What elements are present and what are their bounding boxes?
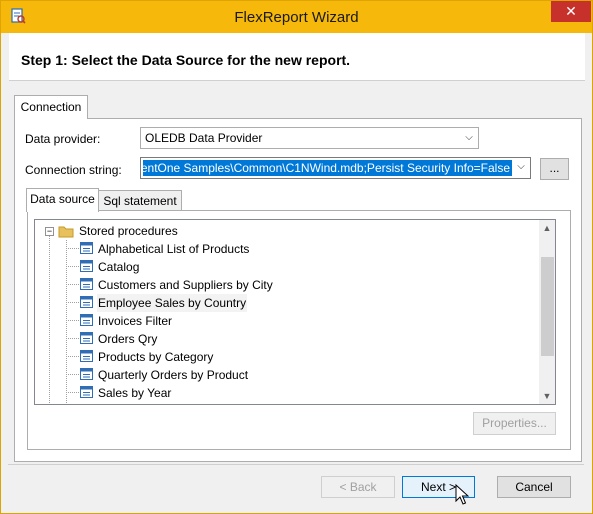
table-icon xyxy=(80,260,93,272)
properties-button[interactable]: Properties... xyxy=(473,412,556,435)
footer-divider xyxy=(8,464,584,465)
data-source-tree[interactable]: − Stored procedures Alphabetical List of… xyxy=(34,219,556,405)
tree-item-label: Employee Sales by Country xyxy=(97,294,248,312)
mouse-cursor-icon xyxy=(455,484,470,505)
table-icon xyxy=(80,242,93,254)
table-icon xyxy=(80,314,93,326)
table-icon xyxy=(80,368,93,380)
tree-item-label: Sales by Year xyxy=(98,386,172,400)
wizard-header: Step 1: Select the Data Source for the n… xyxy=(9,33,585,81)
tab-connection[interactable]: Connection xyxy=(14,95,88,119)
chevron-down-icon: ⌵ xyxy=(465,132,473,143)
step-title: Step 1: Select the Data Source for the n… xyxy=(21,52,351,68)
scroll-down-icon[interactable]: ▼ xyxy=(539,388,555,404)
tree-item-label: Products by Category xyxy=(98,350,214,364)
collapse-toggle-icon[interactable]: − xyxy=(45,227,54,236)
cancel-button[interactable]: Cancel xyxy=(497,476,571,498)
tree-item-label: Quarterly Orders by Product xyxy=(98,368,249,382)
close-icon: ✕ xyxy=(565,3,577,19)
connection-string-input[interactable]: entOne Samples\Common\C1NWind.mdb;Persis… xyxy=(143,160,512,176)
table-icon xyxy=(80,386,93,398)
title-bar[interactable]: FlexReport Wizard ✕ xyxy=(1,1,592,33)
tree-item-label: Alphabetical List of Products xyxy=(98,242,250,256)
table-icon xyxy=(80,278,93,290)
tree-item-label: Catalog xyxy=(98,260,140,274)
browse-button[interactable]: ... xyxy=(540,158,569,180)
tree-item-label: Orders Qry xyxy=(98,332,158,346)
window-title: FlexReport Wizard xyxy=(234,9,359,26)
tree-node-label: Stored procedures xyxy=(79,224,178,238)
connection-string-combo[interactable]: entOne Samples\Common\C1NWind.mdb;Persis… xyxy=(140,157,531,179)
data-provider-label: Data provider: xyxy=(25,132,101,146)
data-provider-select[interactable]: OLEDB Data Provider ⌵ xyxy=(140,127,479,149)
table-icon xyxy=(80,332,93,344)
table-icon xyxy=(80,296,93,308)
tab-data-source[interactable]: Data source xyxy=(26,188,99,212)
scrollbar-thumb[interactable] xyxy=(541,257,554,356)
tab-sql-statement[interactable]: Sql statement xyxy=(98,190,182,212)
tree-item-label: Invoices Filter xyxy=(98,314,173,328)
folder-icon xyxy=(58,226,74,238)
data-provider-value: OLEDB Data Provider xyxy=(145,131,263,145)
close-button[interactable]: ✕ xyxy=(551,1,591,22)
scroll-up-icon[interactable]: ▲ xyxy=(539,220,555,236)
connection-string-value: entOne Samples\Common\C1NWind.mdb;Persis… xyxy=(143,161,510,175)
connection-string-label: Connection string: xyxy=(25,163,122,177)
table-icon xyxy=(80,350,93,362)
back-button[interactable]: < Back xyxy=(321,476,395,498)
tree-item-label: Customers and Suppliers by City xyxy=(98,278,273,292)
chevron-down-icon: ⌵ xyxy=(517,161,525,172)
